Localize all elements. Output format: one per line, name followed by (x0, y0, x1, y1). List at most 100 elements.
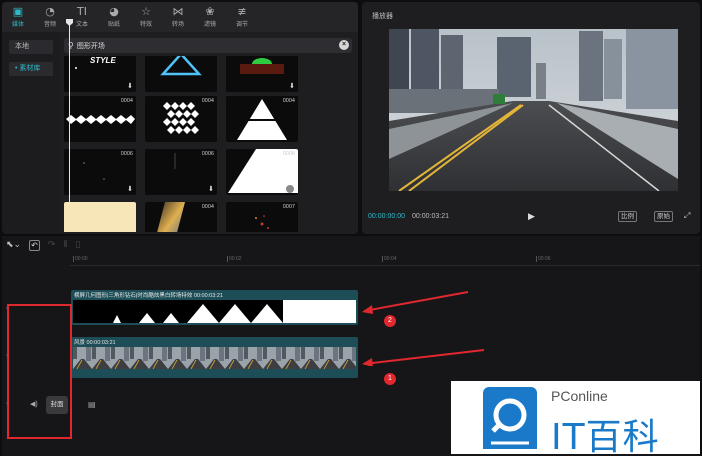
asset-grid: STYLE ⬇ ⬇ 0004 0004 0004 0006 ⬇ 0006 ⬇ 0… (64, 56, 354, 232)
asset-tile[interactable] (64, 202, 136, 232)
tab-effects[interactable]: ☆ 特效 (130, 2, 162, 32)
search-value: 图形开场 (76, 42, 105, 50)
audio-icon: ◔ (45, 5, 55, 18)
annotation-highlight-box (7, 304, 72, 439)
annotation-badge: 2 (384, 315, 396, 327)
asset-tile[interactable]: 0006 (226, 149, 298, 195)
effects-icon: ☆ (141, 5, 151, 18)
player-title: 播放器 (372, 13, 393, 20)
video-clip[interactable]: 风景 00:00:03:21 (71, 337, 358, 378)
preview-frame (389, 29, 678, 191)
tile-thumbnail (160, 56, 202, 76)
clip-thumbnails (73, 347, 356, 369)
asset-tile[interactable]: 0004 (145, 96, 217, 142)
tile-thumbnail: STYLE (75, 56, 116, 69)
ruler-tick: 00:04 (382, 256, 397, 262)
effect-thumbnail-strip (113, 300, 356, 323)
delete-icon[interactable]: ▯ (75, 240, 80, 250)
sidebar-item-local[interactable]: 本地 (9, 40, 53, 54)
tab-adjust-label: 调节 (235, 22, 248, 28)
sticker-icon: ◕ (109, 5, 119, 18)
ruler-tick: 00:06 (536, 256, 551, 262)
asset-tile[interactable] (145, 56, 217, 92)
tab-filter-label: 滤镜 (203, 22, 216, 28)
original-button[interactable]: 原始 (654, 211, 673, 222)
player-panel: 播放器 00:00:00:00 00:00:03:21 ▶ 比例 原始 ⤢ (362, 2, 700, 234)
tab-adjust[interactable]: ≢ 调节 (226, 2, 258, 32)
tile-logo-text: STYLE (90, 56, 116, 65)
tile-duration: 0004 (120, 98, 133, 104)
watermark-logo-icon (483, 387, 537, 449)
tab-media[interactable]: ▣ 媒体 (2, 2, 34, 32)
tile-duration: 0006 (201, 151, 214, 157)
tab-audio-label: 音频 (43, 22, 56, 28)
asset-tile[interactable]: 0004 (226, 96, 298, 142)
tile-thumbnail (240, 58, 284, 74)
tile-duration: 0004 (282, 98, 295, 104)
tile-duration: 0006 (282, 151, 295, 157)
tab-media-label: 媒体 (11, 22, 24, 28)
timeline-toolbar: ⬉⌄ ↶ ↷ ⦀ ▯ (2, 236, 700, 254)
tile-duration: 0006 (120, 151, 133, 157)
video-thumbnail-strip (73, 347, 356, 369)
current-time: 00:00:00:00 (368, 213, 405, 220)
tab-text-label: 文本 (75, 22, 88, 28)
annotation-badge: 1 (384, 373, 396, 385)
ruler-tick: 00:02 (227, 256, 242, 262)
sidebar-item-library[interactable]: • 素材库 (9, 62, 53, 76)
download-icon[interactable]: ⬇ (289, 82, 295, 90)
clip-thumbnails (73, 300, 356, 323)
download-icon[interactable]: ⬇ (208, 185, 214, 193)
fullscreen-icon[interactable]: ⤢ (684, 211, 690, 221)
filter-icon: ❀ (205, 5, 215, 18)
tab-sticker[interactable]: ◕ 贴纸 (98, 2, 130, 32)
audio-track-icon[interactable]: ▤ (88, 400, 96, 409)
tile-duration: 0004 (201, 204, 214, 210)
asset-tile[interactable]: STYLE ⬇ (64, 56, 136, 92)
tab-transition-label: 转场 (171, 22, 184, 28)
tab-filter[interactable]: ❀ 滤镜 (194, 2, 226, 32)
annotation-arrows (362, 291, 485, 366)
playhead[interactable] (69, 19, 70, 220)
tab-text[interactable]: TI 文本 (66, 2, 98, 32)
undo-icon[interactable]: ↶ (29, 239, 40, 251)
tab-sticker-label: 贴纸 (107, 22, 120, 28)
media-sidebar: 本地 • 素材库 (2, 32, 60, 234)
media-icon: ▣ (12, 5, 24, 18)
watermark-name: IT百科 (551, 417, 660, 456)
tile-duration: 0004 (201, 98, 214, 104)
watermark-brand: PConline (551, 388, 608, 404)
asset-tile[interactable]: ⬇ (226, 56, 298, 92)
asset-tile[interactable]: 0006 ⬇ (64, 149, 136, 195)
total-time: 00:00:03:21 (412, 213, 449, 220)
tile-duration: 0007 (282, 204, 295, 210)
play-icon[interactable]: ▶ (528, 211, 535, 222)
text-icon: TI (77, 5, 87, 18)
download-icon[interactable]: ⬇ (127, 82, 133, 90)
asset-tile[interactable]: 0004 (145, 202, 217, 232)
tab-audio[interactable]: ◔ 音频 (34, 2, 66, 32)
search-input[interactable]: ⚲ 图形开场 × (64, 38, 352, 53)
tab-transition[interactable]: ⋈ 转场 (162, 2, 194, 32)
download-icon[interactable]: ⬇ (127, 185, 133, 193)
video-preview (389, 29, 678, 191)
clip-label: 风景 00:00:03:21 (74, 340, 116, 346)
ruler-tick: 00:00 (73, 256, 88, 262)
adjust-icon: ≢ (237, 5, 247, 18)
asset-tile[interactable]: 0006 ⬇ (145, 149, 217, 195)
clip-label: 横屏几何图形|三角形钻石|时尚酷炫黑白转场特效 00:00:03:21 (74, 293, 223, 299)
select-cursor-icon[interactable]: ⬉⌄ (6, 240, 21, 250)
tab-effects-label: 特效 (139, 22, 152, 28)
ratio-button[interactable]: 比例 (618, 211, 637, 222)
clear-search-icon[interactable]: × (339, 40, 349, 50)
split-icon[interactable]: ⦀ (63, 240, 67, 250)
asset-tile[interactable]: 0007 (226, 202, 298, 232)
effect-clip[interactable]: 横屏几何图形|三角形钻石|时尚酷炫黑白转场特效 00:00:03:21 (71, 290, 358, 325)
transition-icon: ⋈ (172, 5, 184, 18)
top-toolbar: ▣ 媒体 ◔ 音频 TI 文本 ◕ 贴纸 ☆ 特效 ⋈ 转场 ❀ 滤镜 ≢ 调节 (2, 2, 358, 32)
redo-icon[interactable]: ↷ (48, 240, 56, 250)
asset-tile[interactable]: 0004 (64, 96, 136, 142)
timeline-ruler[interactable]: 00:00 00:02 00:04 00:06 (70, 254, 700, 266)
app-window: ▣ 媒体 ◔ 音频 TI 文本 ◕ 贴纸 ☆ 特效 ⋈ 转场 ❀ 滤镜 ≢ 调节… (0, 0, 702, 456)
watermark: PConline IT百科 (451, 381, 700, 456)
